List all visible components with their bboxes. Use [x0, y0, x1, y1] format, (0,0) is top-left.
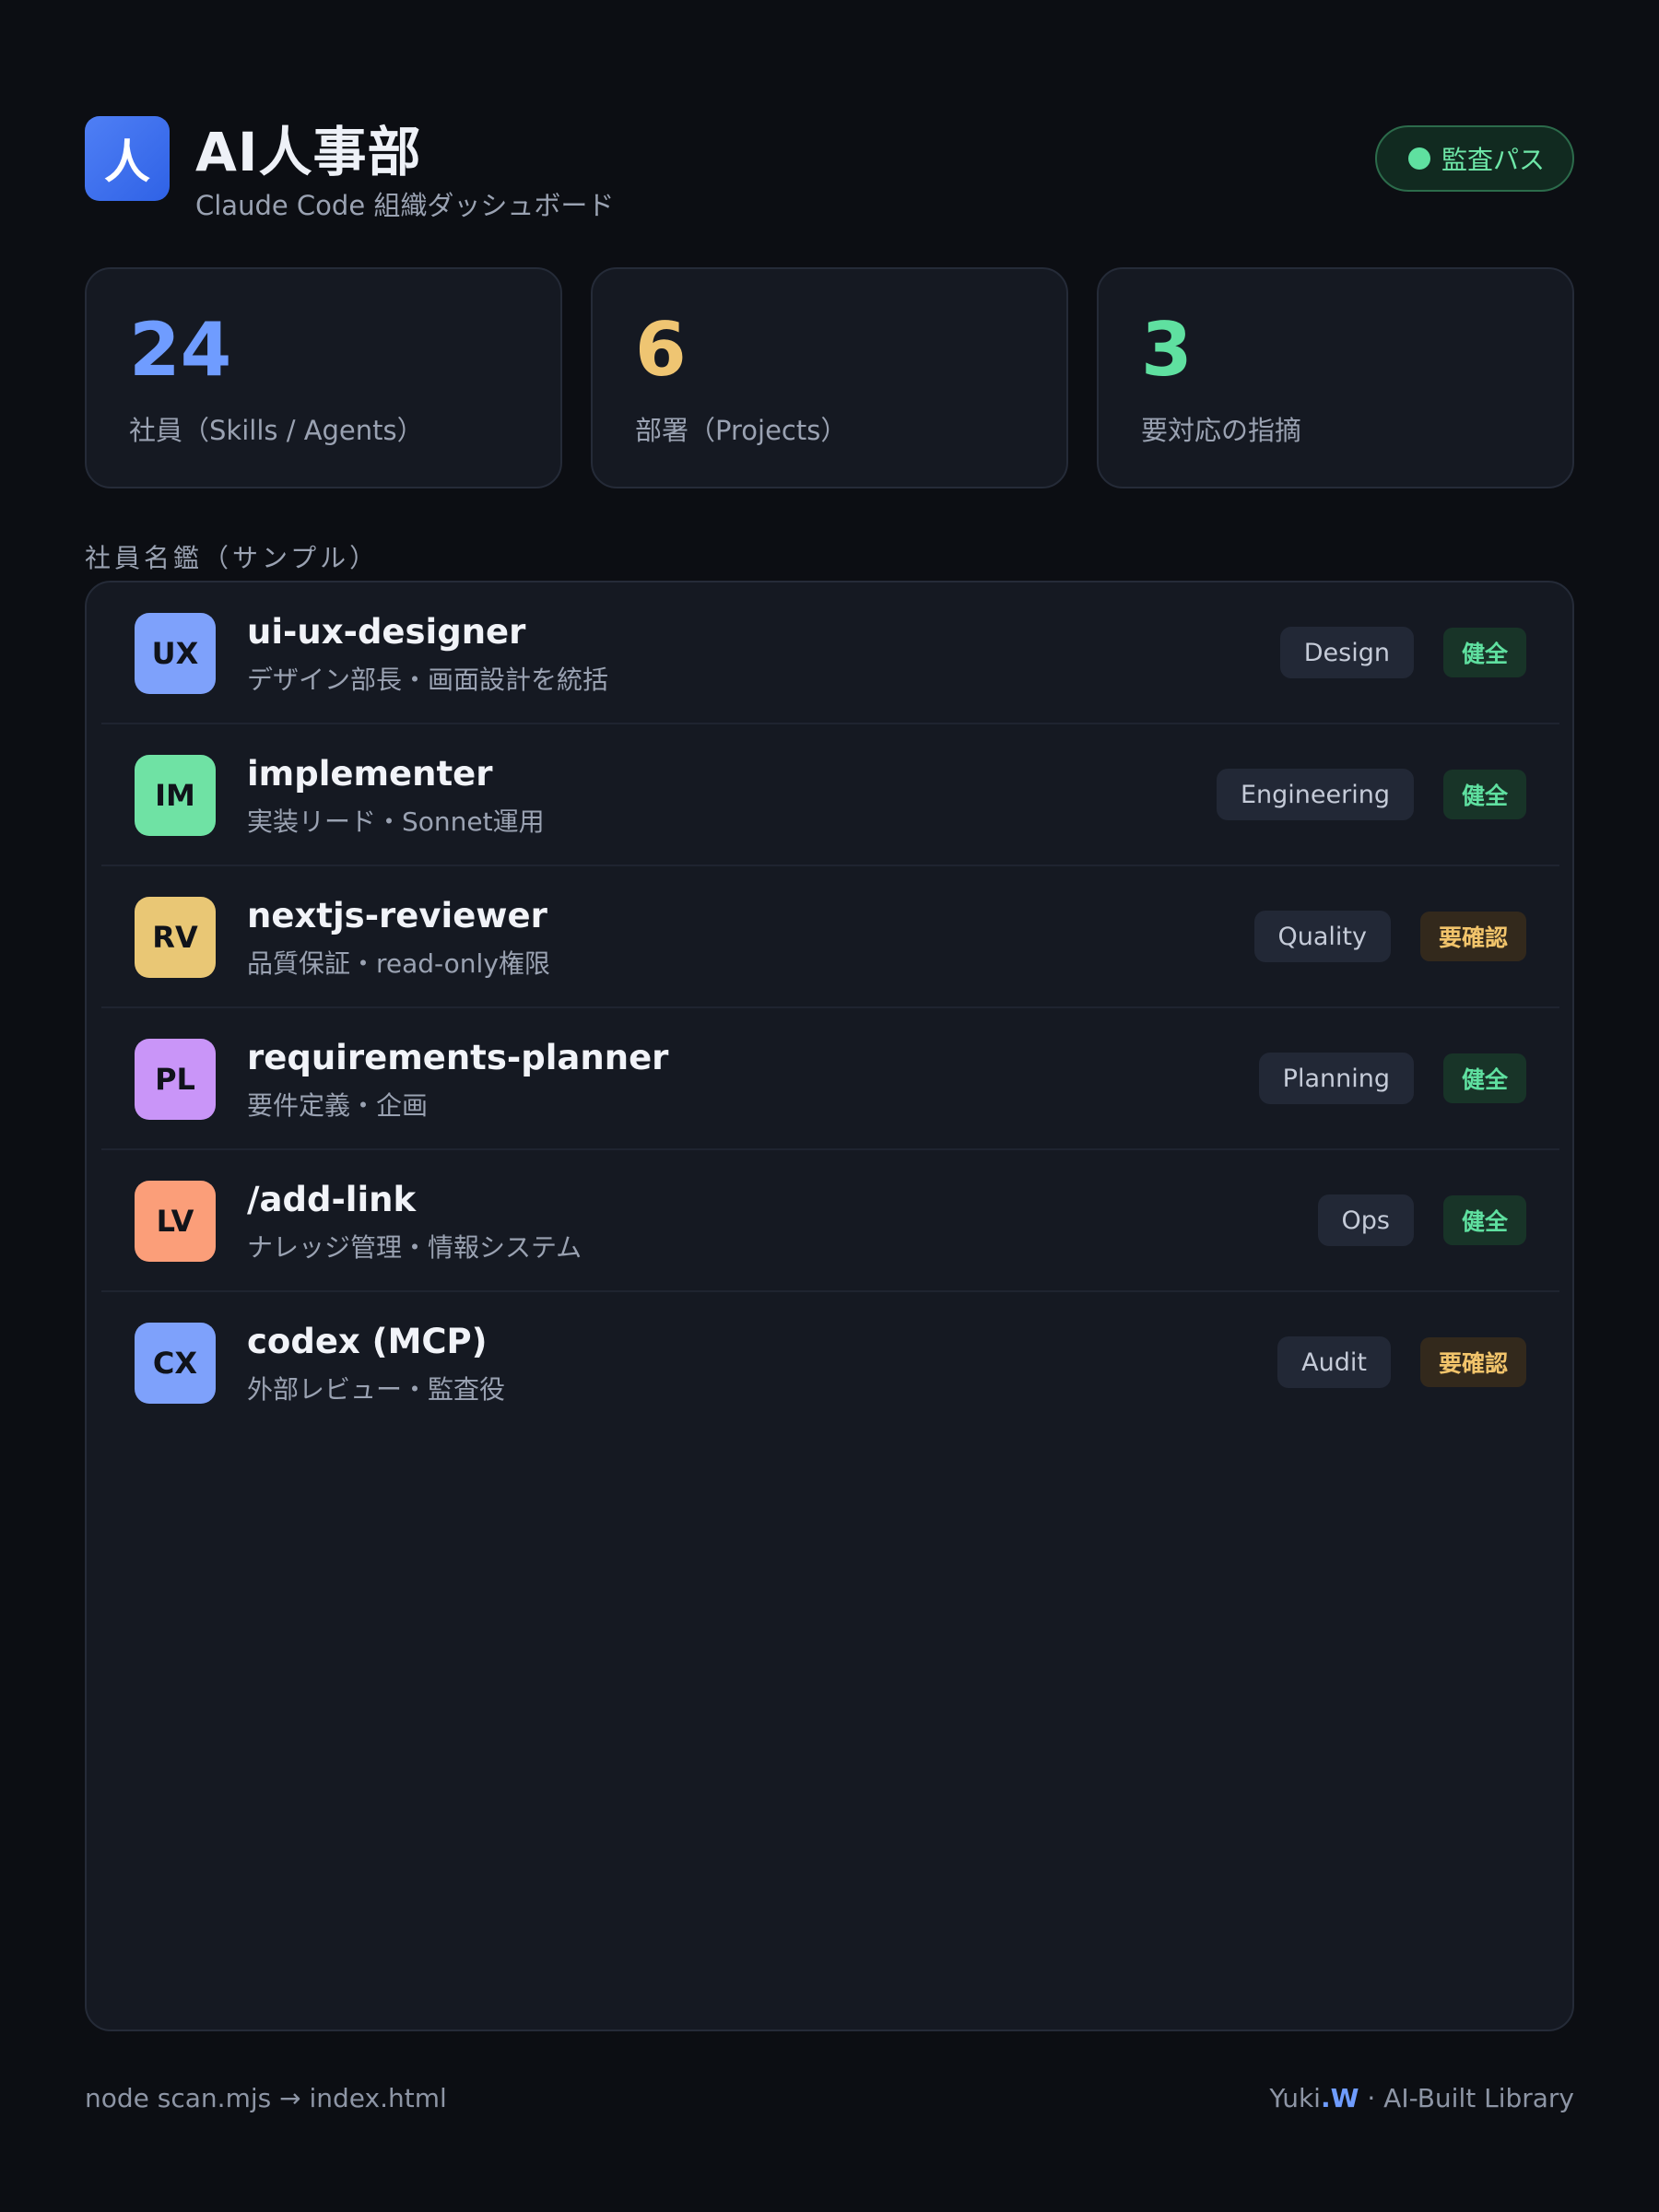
status-badge: 要確認 [1419, 912, 1526, 961]
list-item[interactable]: LV /add-link ナレッジ管理・情報システム Ops 健全 [101, 1150, 1559, 1292]
member-tags: Design 健全 [1279, 627, 1526, 678]
section-title: 社員名鑑（サンプル） [85, 543, 380, 573]
member-name: /add-link [247, 1180, 417, 1219]
member-tags: Audit 要確認 [1277, 1336, 1526, 1388]
list-item[interactable]: IM implementer 実装リード・Sonnet運用 Engineerin… [101, 724, 1559, 866]
header: 人 AI人事部 Claude Code 組織ダッシュボード 監査パス [85, 112, 1574, 223]
avatar: RV [135, 897, 216, 978]
department-tag[interactable]: Design [1279, 627, 1414, 678]
stat-label: 部署（Projects） [635, 415, 848, 446]
member-description: 要件定義・企画 [247, 1090, 429, 1121]
stat-label: 要対応の指摘 [1141, 415, 1302, 446]
app-title: AI人事部 [195, 121, 422, 183]
member-name: requirements-planner [247, 1038, 669, 1077]
member-tags: Engineering 健全 [1216, 769, 1526, 820]
department-tag[interactable]: Quality [1253, 911, 1391, 962]
brand-suffix: · AI-Built Library [1359, 2083, 1574, 2113]
app-logo: 人 [85, 116, 170, 201]
app-subtitle: Claude Code 組織ダッシュボード [195, 190, 615, 221]
avatar: LV [135, 1181, 216, 1262]
stat-card-issues[interactable]: 3 要対応の指摘 [1097, 267, 1574, 488]
stat-value: 6 [635, 307, 687, 393]
stat-card-departments[interactable]: 6 部署（Projects） [591, 267, 1068, 488]
brand-accent: .W [1320, 2083, 1359, 2113]
employee-roster: UX ui-ux-designer デザイン部長・画面設計を統括 Design … [85, 581, 1574, 2031]
audit-status-badge[interactable]: 監査パス [1374, 125, 1574, 192]
department-tag[interactable]: Planning [1258, 1053, 1414, 1104]
avatar: IM [135, 755, 216, 836]
status-badge: 健全 [1442, 1053, 1526, 1103]
status-badge: 健全 [1442, 770, 1526, 819]
dashboard-page: 人 AI人事部 Claude Code 組織ダッシュボード 監査パス 24 社員… [0, 0, 1659, 2212]
stat-value: 24 [129, 307, 232, 393]
status-badge: 健全 [1442, 628, 1526, 677]
logo-glyph: 人 [104, 135, 150, 189]
footer-brand: Yuki.W · AI-Built Library [1269, 2083, 1574, 2113]
member-name: codex (MCP) [247, 1322, 488, 1361]
status-badge: 健全 [1442, 1195, 1526, 1245]
stat-label: 社員（Skills / Agents） [129, 415, 424, 446]
member-tags: Planning 健全 [1258, 1053, 1526, 1104]
department-tag[interactable]: Audit [1277, 1336, 1391, 1388]
member-tags: Ops 健全 [1317, 1194, 1526, 1246]
member-name: ui-ux-designer [247, 612, 526, 652]
member-description: 実装リード・Sonnet運用 [247, 806, 545, 837]
department-tag[interactable]: Engineering [1216, 769, 1414, 820]
member-description: デザイン部長・画面設計を統括 [247, 665, 609, 695]
audit-status-label: 監査パス [1441, 145, 1545, 175]
member-name: nextjs-reviewer [247, 896, 547, 935]
department-tag[interactable]: Ops [1317, 1194, 1414, 1246]
member-name: implementer [247, 754, 493, 794]
stat-card-employees[interactable]: 24 社員（Skills / Agents） [85, 267, 562, 488]
avatar: PL [135, 1039, 216, 1120]
list-item[interactable]: RV nextjs-reviewer 品質保証・read-only権限 Qual… [101, 866, 1559, 1008]
status-badge: 要確認 [1419, 1337, 1526, 1387]
list-item[interactable]: UX ui-ux-designer デザイン部長・画面設計を統括 Design … [101, 582, 1559, 724]
brand-name: Yuki [1269, 2083, 1321, 2113]
member-description: 外部レビュー・監査役 [247, 1374, 506, 1405]
list-item[interactable]: PL requirements-planner 要件定義・企画 Planning… [101, 1008, 1559, 1150]
member-tags: Quality 要確認 [1253, 911, 1526, 962]
avatar: CX [135, 1323, 216, 1404]
stat-value: 3 [1141, 307, 1193, 393]
member-description: ナレッジ管理・情報システム [247, 1232, 582, 1263]
stats-row: 24 社員（Skills / Agents） 6 部署（Projects） 3 … [85, 267, 1574, 488]
avatar: UX [135, 613, 216, 694]
footer-command: node scan.mjs → index.html [85, 2083, 447, 2113]
list-item[interactable]: CX codex (MCP) 外部レビュー・監査役 Audit 要確認 [101, 1292, 1559, 1434]
status-dot-icon [1407, 147, 1430, 170]
member-description: 品質保証・read-only権限 [247, 948, 550, 979]
